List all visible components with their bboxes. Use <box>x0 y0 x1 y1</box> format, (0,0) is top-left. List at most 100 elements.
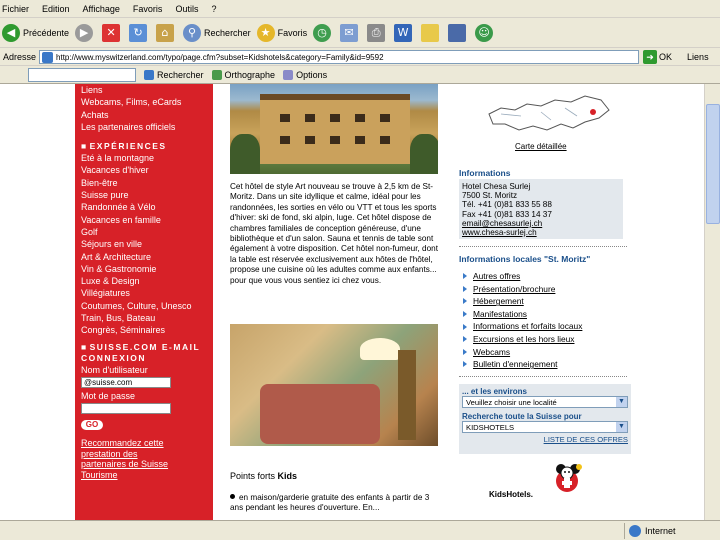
arrow-right-icon <box>463 348 467 355</box>
local-info-item[interactable]: Excursions et les hors lieux <box>463 333 631 346</box>
kidshotels-logo[interactable]: KidsHotels. <box>489 461 589 509</box>
nav-link[interactable]: Les partenaires officiels <box>81 121 213 133</box>
menu-favorites[interactable]: Favoris <box>133 4 163 14</box>
home-button[interactable]: ⌂ <box>156 23 177 42</box>
experience-link[interactable]: Congrès, Séminaires <box>81 324 213 336</box>
address-input[interactable]: http://www.myswitzerland.com/typo/page.c… <box>39 49 640 64</box>
local-info-item[interactable]: Autres offres <box>463 270 631 283</box>
experience-link[interactable]: Bien-être <box>81 177 213 189</box>
globe-icon <box>629 524 641 537</box>
experience-link[interactable]: Vin & Gastronomie <box>81 263 213 275</box>
experience-links: Eté à la montagne Vacances d'hiver Bien-êt… <box>81 152 213 336</box>
print-button[interactable]: ⎙ <box>367 23 388 42</box>
nav-link[interactable]: Webcams, Films, eCards <box>81 96 213 108</box>
back-label: Précédente <box>23 27 70 38</box>
go-label: OK <box>659 51 673 62</box>
experience-link[interactable]: Séjours en ville <box>81 238 213 250</box>
login-heading-2: CONNEXION <box>81 352 146 363</box>
go-arrow-icon: ➜ <box>643 49 658 64</box>
scrollbar-thumb[interactable] <box>706 104 720 224</box>
search-switzerland-label: Recherche toute la Suisse pour <box>462 412 582 421</box>
stop-button[interactable]: ✕ <box>102 23 123 42</box>
username-input[interactable]: @suisse.com <box>81 376 171 388</box>
arrow-right-icon <box>463 336 467 343</box>
interior-photo <box>230 324 438 446</box>
google-search-button[interactable]: Rechercher <box>144 69 204 80</box>
favorites-button[interactable]: ★ Favoris <box>256 23 307 42</box>
menu-file[interactable]: Fichier <box>2 4 29 14</box>
security-zone: Internet <box>624 522 676 539</box>
detailed-map-link[interactable]: Carte détaillée <box>515 142 567 151</box>
experience-link[interactable]: Vacances en famille <box>81 214 213 226</box>
experience-link[interactable]: Eté à la montagne <box>81 152 213 164</box>
experience-link[interactable]: Coutumes, Culture, Unesco <box>81 300 213 312</box>
experience-link[interactable]: Vacances d'hiver <box>81 164 213 176</box>
recommend-link[interactable]: Recommandez cette prestation des partena… <box>81 438 179 480</box>
experience-link[interactable]: Villégiatures <box>81 287 213 299</box>
login-go-button[interactable]: GO <box>81 420 103 431</box>
category-select[interactable]: KIDSHOTELS ▼ <box>462 421 628 433</box>
email-link[interactable]: email@chesasurlej.ch <box>462 219 620 228</box>
menu-tools[interactable]: Outils <box>175 4 198 14</box>
local-info-item[interactable]: Hébergement <box>463 295 631 308</box>
history-button[interactable]: ◷ <box>313 23 334 42</box>
login-heading: ■ SUISSE.COM E-MAIL <box>81 341 201 352</box>
spellcheck-button[interactable]: Orthographe <box>211 69 276 80</box>
menu-edit[interactable]: Edition <box>42 4 70 14</box>
contact-info-box: Hotel Chesa Surlej 7500 St. Moritz Tél. … <box>459 179 623 239</box>
local-info-item[interactable]: Présentation/brochure <box>463 283 631 296</box>
options-button[interactable]: Options <box>283 69 327 80</box>
experience-link[interactable]: Art & Architecture <box>81 251 213 263</box>
password-input[interactable] <box>81 403 171 415</box>
experience-link[interactable]: Randonnée à Vélo <box>81 201 213 213</box>
environs-label: ... et les environs <box>462 387 527 396</box>
spell-label: Orthographe <box>224 69 276 80</box>
hotel-description: Cet hôtel de style Art nouveau se trouve… <box>230 182 438 285</box>
right-column: Carte détaillée Informations Hotel Chesa… <box>459 84 631 520</box>
left-navigation: Liens Webcams, Films, eCards Achats Les par… <box>75 84 213 520</box>
search-button[interactable]: ⚲ Rechercher <box>183 23 251 42</box>
local-info-item[interactable]: Informations et forfaits locaux <box>463 320 631 333</box>
offers-list-link[interactable]: LISTE DE CES OFFRES <box>462 435 628 444</box>
local-info-item[interactable]: Webcams <box>463 346 631 359</box>
google-search-input[interactable] <box>28 67 136 82</box>
top-links: Liens Webcams, Films, eCards Achats Les par… <box>81 84 213 133</box>
links-label[interactable]: Liens <box>684 52 712 62</box>
messenger-button[interactable]: ☺ <box>475 23 496 42</box>
info-heading: Informations <box>459 168 511 178</box>
switzerland-map[interactable] <box>481 84 613 134</box>
research-button[interactable] <box>448 23 469 42</box>
arrow-right-icon <box>463 298 467 305</box>
refresh-icon: ↻ <box>129 23 148 42</box>
forward-button[interactable]: ▶ <box>75 23 96 42</box>
nav-link[interactable]: Achats <box>81 109 213 121</box>
local-info-label: Excursions et les hors lieux <box>473 333 575 344</box>
edit-button[interactable]: W <box>394 23 415 42</box>
experience-link[interactable]: Golf <box>81 226 213 238</box>
local-info-label: Bulletin d'enneigement <box>473 359 558 370</box>
discuss-button[interactable] <box>421 23 442 42</box>
environs-select[interactable]: Veuillez choisir une localité ▼ <box>462 396 628 408</box>
experience-link[interactable]: Train, Bus, Bateau <box>81 312 213 324</box>
menu-view[interactable]: Affichage <box>83 4 120 14</box>
local-info-item[interactable]: Manifestations <box>463 308 631 321</box>
experience-link[interactable]: Suisse pure <box>81 189 213 201</box>
experience-link[interactable]: Luxe & Design <box>81 275 213 287</box>
stop-icon: ✕ <box>102 23 121 42</box>
refresh-button[interactable]: ↻ <box>129 23 150 42</box>
options-icon <box>283 69 294 80</box>
vertical-scrollbar[interactable] <box>704 84 720 520</box>
abc-check-icon <box>211 69 222 80</box>
info-line: 7500 St. Moritz <box>462 191 518 201</box>
star-bullet-icon: ■ <box>81 141 88 152</box>
nav-link[interactable]: Liens <box>81 84 213 96</box>
local-info-label: Présentation/brochure <box>473 283 556 294</box>
local-info-item[interactable]: Bulletin d'enneigement <box>463 358 631 371</box>
kids-highlights-text: en maison/garderie gratuite des enfants … <box>230 493 430 513</box>
mail-button[interactable]: ✉ <box>340 23 361 42</box>
go-button[interactable]: ➜ OK <box>643 49 673 64</box>
website-link[interactable]: www.chesa-surlej.ch <box>462 228 620 237</box>
menu-help[interactable]: ? <box>211 4 216 14</box>
home-icon: ⌂ <box>156 23 175 42</box>
back-button[interactable]: ◀ Précédente <box>2 23 70 42</box>
